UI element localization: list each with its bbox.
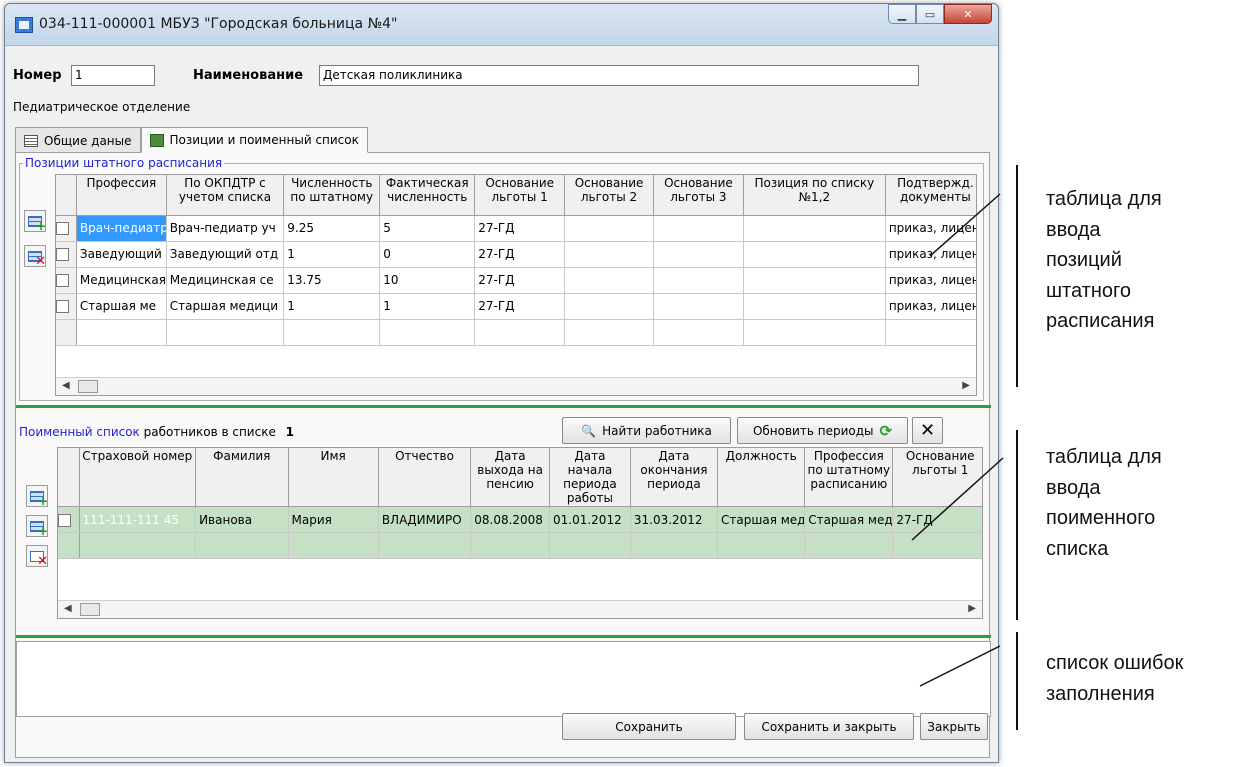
grid-icon [149, 133, 164, 147]
tab-positions-label: Позиции и поименный список [169, 133, 359, 147]
annotation-pointers [911, 193, 1004, 687]
tab-positions[interactable]: Позиции и поименный список [140, 127, 368, 153]
pointer-line [929, 193, 1001, 257]
pointer-line [919, 645, 1001, 687]
pointer-line [911, 457, 1004, 541]
